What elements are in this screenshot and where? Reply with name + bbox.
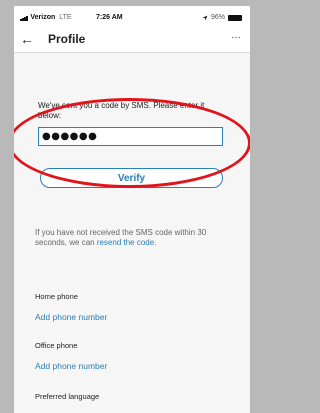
status-left: Verizon LTE (20, 14, 72, 21)
sms-sent-message: We've sent you a code by SMS. Please ent… (38, 101, 205, 120)
status-bar: Verizon LTE 7:26 AM 96% (14, 6, 250, 28)
home-phone-label: Home phone (35, 292, 78, 301)
battery-percent: 96% (210, 14, 225, 21)
resend-code-link[interactable]: resend the code. (97, 238, 157, 247)
add-home-phone-link[interactable]: Add phone number (35, 312, 107, 322)
location-arrow-icon (202, 15, 208, 20)
phone-screen: Verizon LTE 7:26 AM 96% ← Profile … We'v… (14, 6, 250, 413)
verification-code-input[interactable] (38, 127, 223, 146)
network-type: LTE (59, 14, 72, 21)
signal-icon (20, 15, 28, 21)
more-icon[interactable]: … (231, 30, 242, 41)
carrier-name: Verizon (30, 14, 56, 21)
add-office-phone-link[interactable]: Add phone number (35, 361, 107, 371)
status-time: 7:26 AM (96, 14, 123, 21)
resend-info: If you have not received the SMS code wi… (35, 228, 225, 248)
status-right: 96% (202, 14, 242, 21)
verify-button[interactable]: Verify (40, 168, 223, 188)
page-title: Profile (48, 32, 86, 46)
preferred-language-label: Preferred language (35, 392, 100, 401)
app-header: ← Profile … (14, 28, 250, 52)
office-phone-label: Office phone (35, 341, 78, 350)
battery-icon (228, 15, 242, 23)
back-arrow-icon[interactable]: ← (20, 30, 34, 48)
